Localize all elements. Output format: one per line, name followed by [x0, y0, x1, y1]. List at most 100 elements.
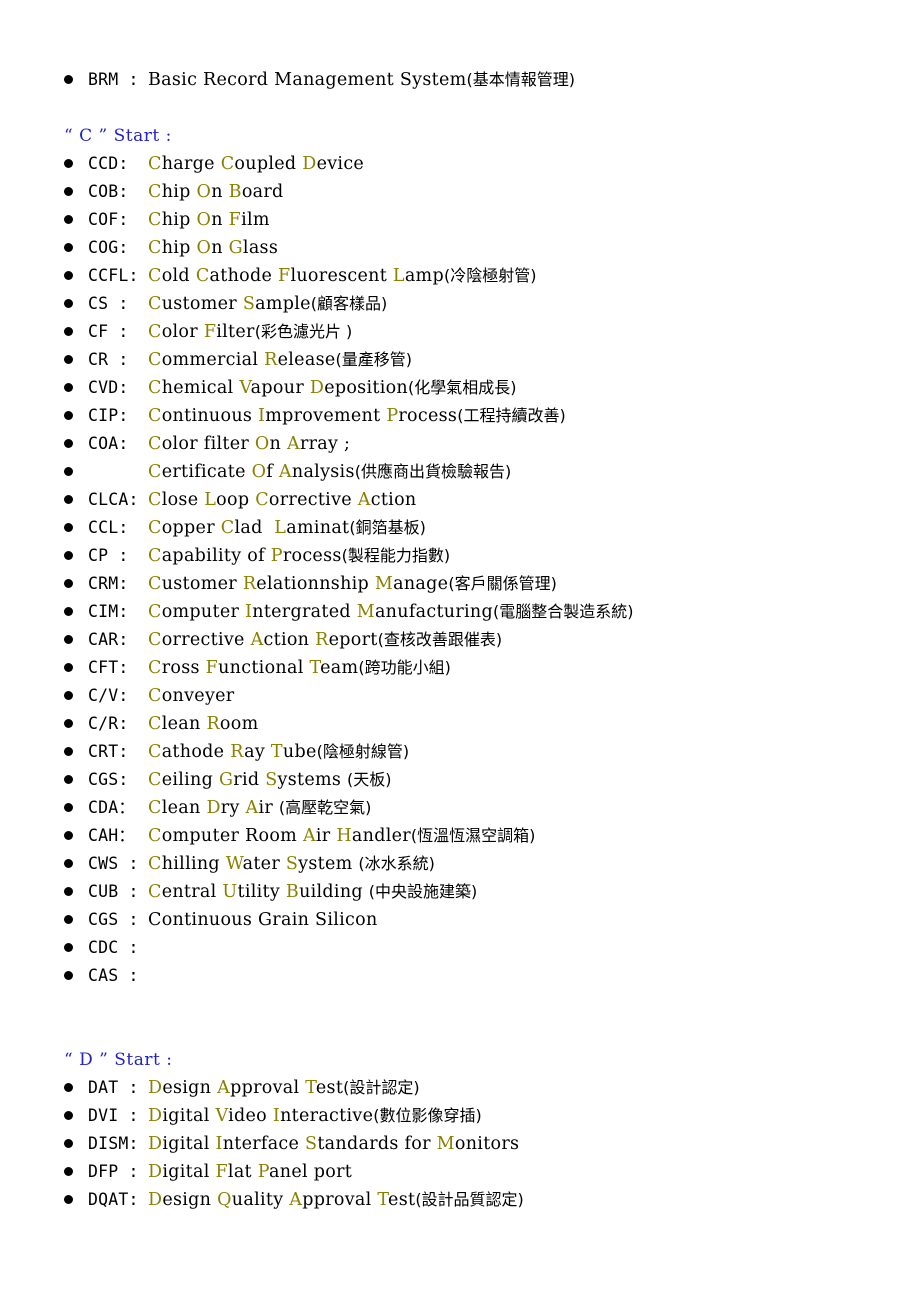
definition-segment: ample: [255, 294, 311, 314]
definition-segment: n: [211, 182, 229, 202]
definition-segment: (恆溫恆濕空調箱): [410, 826, 536, 845]
definition-segment: lean: [161, 798, 207, 818]
definition-segment: ction: [263, 630, 316, 650]
definition-segment: ay: [244, 742, 271, 762]
entry-definition: Customer Relationnship Manage(客戶關係管理): [148, 570, 900, 598]
definition-segment: ntergrated: [252, 602, 357, 622]
entry-term: CCD:: [88, 154, 129, 173]
definition-segment: F: [278, 266, 291, 286]
definition-segment: (電腦整合製造系統): [492, 602, 634, 621]
definition-segment: elease: [277, 350, 336, 370]
definition-segment: Q: [217, 1190, 232, 1210]
entry-term: CUB :: [88, 882, 139, 901]
glossary-entry: BRM : Basic Record Management System(基本情報…: [64, 66, 900, 94]
definition-segment: A: [286, 434, 300, 454]
glossary-entry: CUB : Central Utility Building (中央設施建築): [64, 878, 900, 906]
definition-segment: D: [302, 154, 317, 174]
definition-segment: C: [148, 210, 162, 230]
definition-segment: Continuous Grain Silicon: [148, 910, 378, 930]
definition-segment: D: [148, 1190, 163, 1210]
entry-definition: Close Loop Corrective Action: [148, 486, 900, 514]
bullet-icon: [64, 290, 88, 318]
entry-term: COB:: [88, 182, 129, 201]
entry-term: CDC :: [88, 938, 139, 957]
definition-segment: (高壓乾空氣): [278, 798, 372, 817]
definition-segment: (量產移管): [335, 350, 413, 369]
glossary-entry: CCL: Copper Clad Laminat(銅箔基板): [64, 514, 900, 542]
definition-segment: n: [269, 434, 287, 454]
definition-segment: orrective: [161, 630, 251, 650]
definition-segment: hemical: [161, 378, 240, 398]
definition-segment: C: [148, 294, 162, 314]
entry-definition: Digital Interface Standards for Monitors: [148, 1130, 900, 1158]
definition-segment: anel port: [269, 1162, 353, 1182]
definition-segment: C: [148, 826, 162, 846]
bullet-icon: [64, 542, 88, 570]
definition-segment: est: [388, 1190, 416, 1210]
definition-segment: P: [270, 546, 283, 566]
bullet-icon: [64, 206, 88, 234]
definition-segment: andler: [351, 826, 411, 846]
entry-term: CS :: [88, 294, 129, 313]
bullet-icon: [64, 822, 88, 850]
entry-term: CAH：: [88, 826, 136, 845]
entry-definition: Certificate Of Analysis(供應商出貨檢驗報告): [148, 458, 900, 486]
glossary-entry: DAT : Design Approval Test(設計認定): [64, 1074, 900, 1102]
definition-segment: hilling: [161, 854, 226, 874]
definition-segment: S: [242, 294, 256, 314]
definition-segment: C: [148, 154, 162, 174]
definition-segment: R: [264, 350, 278, 370]
definition-segment: hip: [161, 182, 197, 202]
bullet-icon: [64, 934, 88, 962]
definition-segment: (基本情報管理): [466, 70, 576, 89]
definition-segment: ry: [220, 798, 246, 818]
definition-segment: P: [386, 406, 399, 426]
entry-term: CR :: [88, 350, 129, 369]
entry-definition: Copper Clad Laminat(銅箔基板): [148, 514, 900, 542]
definition-segment: aminat: [286, 518, 350, 538]
definition-segment: n: [211, 210, 229, 230]
definition-segment: B: [285, 882, 300, 902]
glossary-entry: COA: Color filter On Array ;: [64, 430, 900, 458]
definition-segment: D: [309, 378, 325, 398]
bullet-icon: [64, 850, 88, 878]
document-page: BRM : Basic Record Management System(基本情報…: [0, 0, 920, 1302]
bullet-icon: [64, 710, 88, 738]
definition-segment: ir: [315, 826, 337, 846]
definition-segment: C: [148, 546, 162, 566]
definition-segment: F: [205, 658, 219, 678]
definition-segment: I: [272, 1106, 281, 1126]
definition-segment: (供應商出貨檢驗報告): [354, 462, 512, 481]
definition-segment: A: [217, 1078, 231, 1098]
definition-segment: M: [374, 574, 394, 594]
definition-segment: amp: [404, 266, 444, 286]
definition-segment: (中央設施建築): [368, 882, 478, 901]
definition-segment: lass: [242, 238, 279, 258]
glossary-entry: CDA： Clean Dry Air (高壓乾空氣): [64, 794, 900, 822]
entry-definition: Clean Dry Air (高壓乾空氣): [148, 794, 900, 822]
entry-definition: Corrective Action Report(查核改善跟催表): [148, 626, 900, 654]
definition-segment: S: [285, 854, 299, 874]
definition-segment: olor filter: [161, 434, 255, 454]
entry-definition: Clean Room: [148, 710, 900, 738]
bullet-icon: [64, 402, 88, 430]
definition-segment: omputer Room: [161, 826, 303, 846]
glossary-entry: CWS : Chilling Water System (冰水系統): [64, 850, 900, 878]
definition-segment: oard: [241, 182, 284, 202]
definition-segment: ir: [258, 798, 279, 818]
glossary-entry: CAR: Corrective Action Report(查核改善跟催表): [64, 626, 900, 654]
glossary-entry: DFP : Digital Flat Panel port: [64, 1158, 900, 1186]
definition-segment: (數位影像穿插): [373, 1106, 482, 1125]
definition-segment: ertificate: [161, 462, 252, 482]
bullet-icon: [64, 766, 88, 794]
glossary-entry: CP : Capability of Process(製程能力指數): [64, 542, 900, 570]
entry-definition: Chip On Glass: [148, 234, 900, 262]
definition-segment: C: [148, 854, 162, 874]
bullet-icon: [64, 1130, 88, 1158]
definition-segment: V: [215, 1106, 229, 1126]
definition-segment: pproval: [230, 1078, 306, 1098]
glossary-entry: C/V: Conveyer: [64, 682, 900, 710]
definition-segment: C: [148, 406, 162, 426]
definition-segment: unctional: [218, 658, 310, 678]
definition-segment: A: [357, 490, 371, 510]
